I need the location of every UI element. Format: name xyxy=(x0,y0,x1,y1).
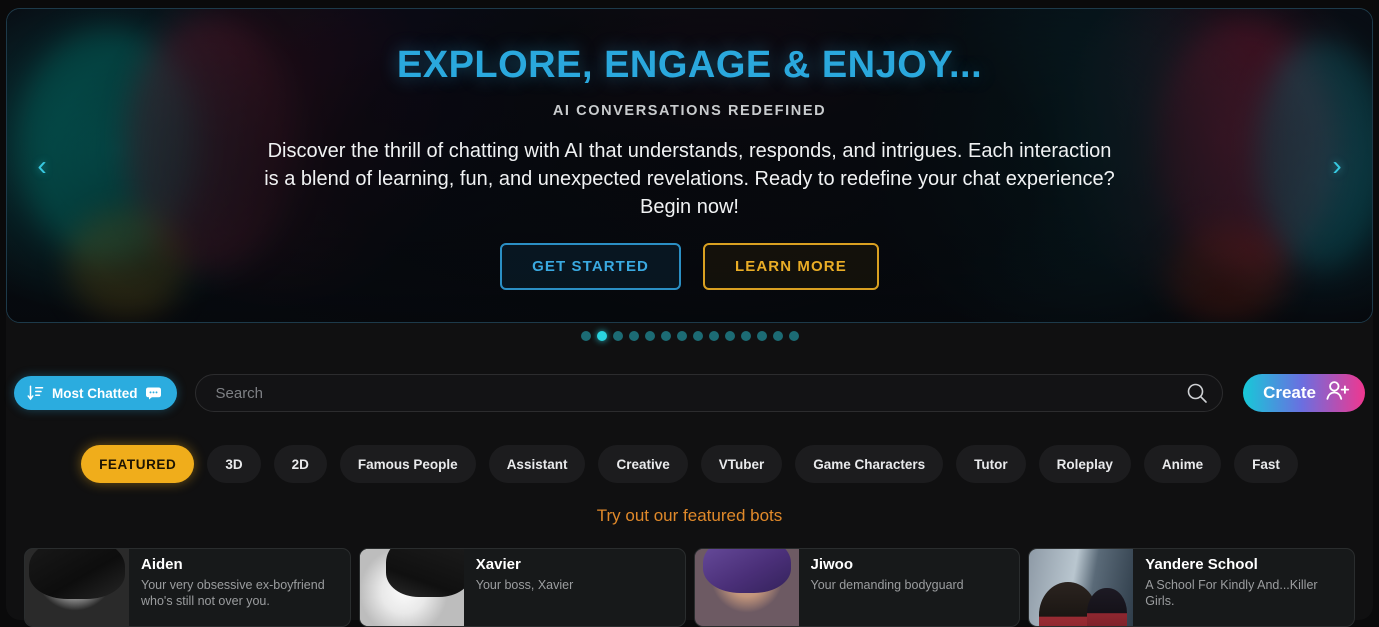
bot-card[interactable]: Xavier Your boss, Xavier xyxy=(358,548,686,627)
search-container xyxy=(194,374,1224,412)
carousel-dot[interactable] xyxy=(628,331,639,341)
carousel-dot[interactable] xyxy=(660,331,671,341)
tab-featured[interactable]: FEATURED xyxy=(81,445,195,483)
sort-label: Most Chatted xyxy=(52,385,138,401)
tab-game-characters[interactable]: Game Characters xyxy=(795,445,944,483)
search-input[interactable] xyxy=(194,374,1224,412)
tab-3d[interactable]: 3D xyxy=(207,445,261,483)
carousel-dot[interactable] xyxy=(580,331,591,341)
bot-card[interactable]: Jiwoo Your demanding bodyguard xyxy=(693,548,1021,627)
hero-title: EXPLORE, ENGAGE & ENJOY... xyxy=(396,44,983,86)
bot-info: Jiwoo Your demanding bodyguard xyxy=(799,549,1020,626)
tab-creative[interactable]: Creative xyxy=(598,445,688,483)
bot-info: Xavier Your boss, Xavier xyxy=(464,549,685,626)
bot-info: Aiden Your very obsessive ex-boyfriend wh… xyxy=(129,549,350,626)
tab-anime[interactable]: Anime xyxy=(1143,445,1222,483)
search-icon[interactable] xyxy=(1185,381,1209,405)
get-started-button[interactable]: GET STARTED xyxy=(500,242,681,290)
carousel-dot[interactable] xyxy=(740,331,751,341)
bot-description: A School For Kindly And...Killer Girls. xyxy=(1145,578,1318,608)
carousel-dot[interactable] xyxy=(612,331,623,341)
carousel-prev-icon[interactable]: ‹ xyxy=(25,144,59,188)
bot-description: Your demanding bodyguard xyxy=(810,578,964,592)
bot-avatar xyxy=(359,549,464,626)
bot-description: Your very obsessive ex-boyfriend who's s… xyxy=(141,578,325,608)
tab-2d[interactable]: 2D xyxy=(273,445,327,483)
create-button[interactable]: Create xyxy=(1243,374,1365,412)
hero-subtitle: AI CONVERSATIONS REDEFINED xyxy=(552,102,827,119)
tab-assistant[interactable]: Assistant xyxy=(488,445,586,483)
chat-bubble-icon xyxy=(145,387,161,400)
hero-actions: GET STARTED LEARN MORE xyxy=(500,242,879,290)
bot-card-list: Aiden Your very obsessive ex-boyfriend wh… xyxy=(0,548,1379,627)
hero-banner: EXPLORE, ENGAGE & ENJOY... AI CONVERSATI… xyxy=(6,8,1373,323)
toolbar: Most Chatted Create xyxy=(0,367,1379,419)
tab-famous-people[interactable]: Famous People xyxy=(339,445,476,483)
carousel-dot[interactable] xyxy=(756,331,767,341)
hero-content: EXPLORE, ENGAGE & ENJOY... AI CONVERSATI… xyxy=(7,9,1372,322)
carousel-dot[interactable] xyxy=(772,331,783,341)
bot-name: Aiden xyxy=(141,556,183,573)
bot-card[interactable]: Aiden Your very obsessive ex-boyfriend wh… xyxy=(24,548,351,627)
bot-description: Your boss, Xavier xyxy=(475,578,574,592)
bot-card[interactable]: Yandere School A School For Kindly And...… xyxy=(1028,548,1355,627)
carousel-dots xyxy=(0,331,1379,341)
add-user-icon xyxy=(1325,379,1351,408)
carousel-dot[interactable] xyxy=(644,331,655,341)
bot-avatar xyxy=(694,549,799,626)
learn-more-button[interactable]: LEARN MORE xyxy=(702,242,879,290)
bot-info: Yandere School A School For Kindly And...… xyxy=(1133,549,1354,626)
tab-fast[interactable]: Fast xyxy=(1234,445,1298,483)
tab-tutor[interactable]: Tutor xyxy=(956,445,1026,483)
carousel-dot[interactable] xyxy=(596,331,607,341)
app-root: EXPLORE, ENGAGE & ENJOY... AI CONVERSATI… xyxy=(0,0,1379,627)
featured-section-heading: Try out our featured bots xyxy=(596,506,783,525)
carousel-dot[interactable] xyxy=(676,331,687,341)
sort-descending-icon xyxy=(26,384,44,402)
create-label: Create xyxy=(1263,383,1316,402)
category-tabs: FEATURED 3D 2D Famous People Assistant Creati… xyxy=(0,445,1379,483)
carousel-next-icon[interactable]: › xyxy=(1320,144,1354,188)
bot-name: Jiwoo xyxy=(810,556,854,573)
sort-most-chatted-button[interactable]: Most Chatted xyxy=(14,376,177,410)
bot-name: Yandere School xyxy=(1145,556,1258,573)
bot-avatar xyxy=(25,549,129,626)
carousel-dot[interactable] xyxy=(692,331,703,341)
tab-roleplay[interactable]: Roleplay xyxy=(1038,445,1131,483)
carousel-dot[interactable] xyxy=(788,331,799,341)
hero-description: Discover the thrill of chatting with AI … xyxy=(264,139,1115,218)
tab-vtuber[interactable]: VTuber xyxy=(700,445,783,483)
bot-avatar xyxy=(1029,549,1134,626)
carousel-dot[interactable] xyxy=(708,331,719,341)
carousel-dot[interactable] xyxy=(724,331,735,341)
bot-name: Xavier xyxy=(475,556,521,573)
